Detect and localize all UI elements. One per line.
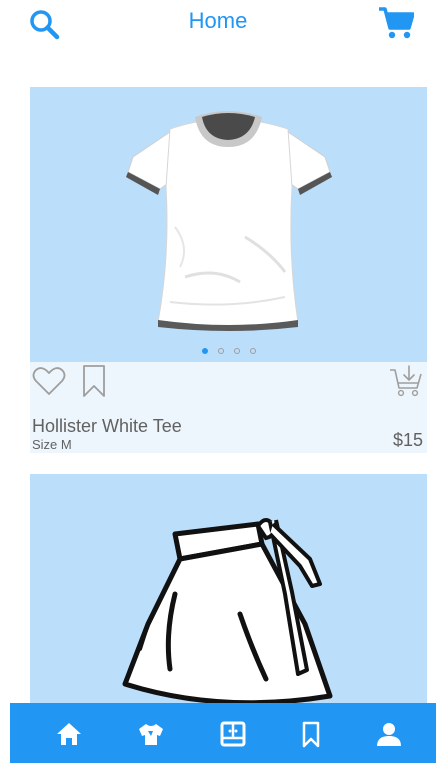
skirt-image (122, 518, 333, 706)
product-card[interactable] (30, 474, 427, 734)
product-image-carousel[interactable] (30, 87, 427, 362)
page-title: Home (188, 8, 248, 33)
heart-icon[interactable] (32, 365, 66, 397)
tshirt-image (126, 111, 332, 331)
shopping-cart-icon[interactable] (378, 6, 414, 40)
carousel-dot[interactable] (217, 348, 224, 354)
wardrobe-icon[interactable] (218, 719, 248, 749)
bookmark-icon[interactable] (80, 364, 108, 398)
product-price: $15 (392, 430, 423, 450)
add-to-cart-icon[interactable] (389, 364, 423, 398)
carousel-indicator[interactable] (30, 348, 427, 354)
app-header: Home (0, 0, 436, 50)
bookmark-icon[interactable] (296, 719, 326, 749)
bottom-tab-bar (10, 703, 436, 763)
product-card[interactable]: Hollister White Tee Size M $15 (30, 87, 427, 453)
product-image-carousel[interactable] (30, 474, 427, 734)
product-info: Hollister White Tee Size M $15 (30, 362, 427, 453)
user-icon[interactable] (374, 719, 404, 749)
shirt-icon[interactable] (136, 719, 166, 749)
product-name: Hollister White Tee (32, 416, 182, 436)
product-size: Size M (32, 437, 72, 452)
carousel-dot[interactable] (201, 348, 208, 354)
carousel-dot[interactable] (249, 348, 256, 354)
home-icon[interactable] (54, 719, 84, 749)
carousel-dot[interactable] (233, 348, 240, 354)
